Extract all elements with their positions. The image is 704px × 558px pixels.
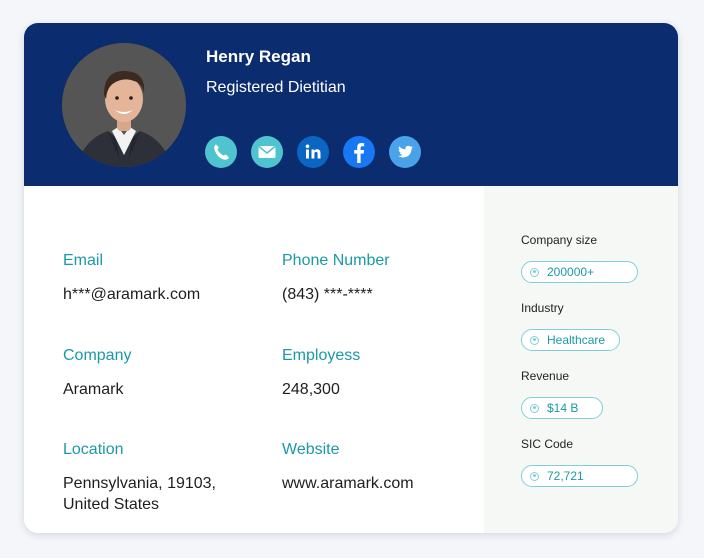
social-links: [205, 136, 421, 168]
revenue-value: $14 B: [547, 401, 579, 415]
linkedin-button[interactable]: [297, 136, 329, 168]
employees-field: Employess 248,300: [282, 347, 360, 400]
radio-dot-icon: [530, 471, 539, 481]
contact-details: Email h***@aramark.com Phone Number (843…: [24, 186, 484, 533]
website-field: Website www.aramark.com: [282, 441, 414, 494]
revenue-label: Revenue: [521, 369, 570, 383]
company-size-badge: 200000+: [521, 261, 638, 283]
twitter-icon: [389, 136, 421, 168]
location-value: Pennsylvania, 19103, United States: [63, 475, 216, 513]
sic-code-badge: 72,721: [521, 465, 638, 487]
employees-label: Employess: [282, 347, 361, 364]
employees-value: 248,300: [282, 381, 340, 398]
company-size-value: 200000+: [547, 265, 595, 279]
website-value[interactable]: www.aramark.com: [282, 473, 414, 494]
profile-header: Henry Regan Registered Dietitian: [24, 23, 678, 186]
sic-code-label: SIC Code: [521, 437, 574, 451]
phone-field: Phone Number (843) ***-****: [282, 252, 390, 305]
company-sidebar: Company size 200000+ Industry Healthcare…: [484, 186, 678, 533]
linkedin-icon: [297, 136, 329, 168]
person-photo-icon: [62, 43, 186, 167]
avatar: [62, 43, 186, 167]
email-field: Email h***@aramark.com: [63, 252, 200, 305]
facebook-icon: [343, 136, 375, 168]
profile-name: Henry Regan: [206, 47, 311, 66]
location-field: Location Pennsylvania, 19103, United Sta…: [63, 441, 216, 515]
phone-icon: [205, 136, 237, 168]
website-label: Website: [282, 441, 340, 458]
facebook-button[interactable]: [343, 136, 375, 168]
phone-value[interactable]: (843) ***-****: [282, 284, 390, 305]
industry-badge: Healthcare: [521, 329, 620, 351]
email-value[interactable]: h***@aramark.com: [63, 284, 200, 305]
sic-code-value: 72,721: [547, 469, 584, 483]
radio-dot-icon: [530, 267, 539, 277]
email-button[interactable]: [251, 136, 283, 168]
company-value: Aramark: [63, 381, 124, 398]
email-icon: [251, 136, 283, 168]
revenue-badge: $14 B: [521, 397, 603, 419]
location-label: Location: [63, 441, 124, 458]
email-label: Email: [63, 252, 104, 269]
industry-value: Healthcare: [547, 333, 606, 347]
radio-dot-icon: [530, 403, 539, 413]
company-size-label: Company size: [521, 233, 598, 247]
phone-button[interactable]: [205, 136, 237, 168]
company-label: Company: [63, 347, 132, 364]
twitter-button[interactable]: [389, 136, 421, 168]
profile-title: Registered Dietitian: [206, 79, 346, 96]
company-field: Company Aramark: [63, 347, 131, 400]
industry-label: Industry: [521, 301, 564, 315]
profile-card: Henry Regan Registered Dietitian Email h…: [24, 23, 678, 533]
radio-dot-icon: [530, 335, 539, 345]
phone-label: Phone Number: [282, 252, 390, 269]
